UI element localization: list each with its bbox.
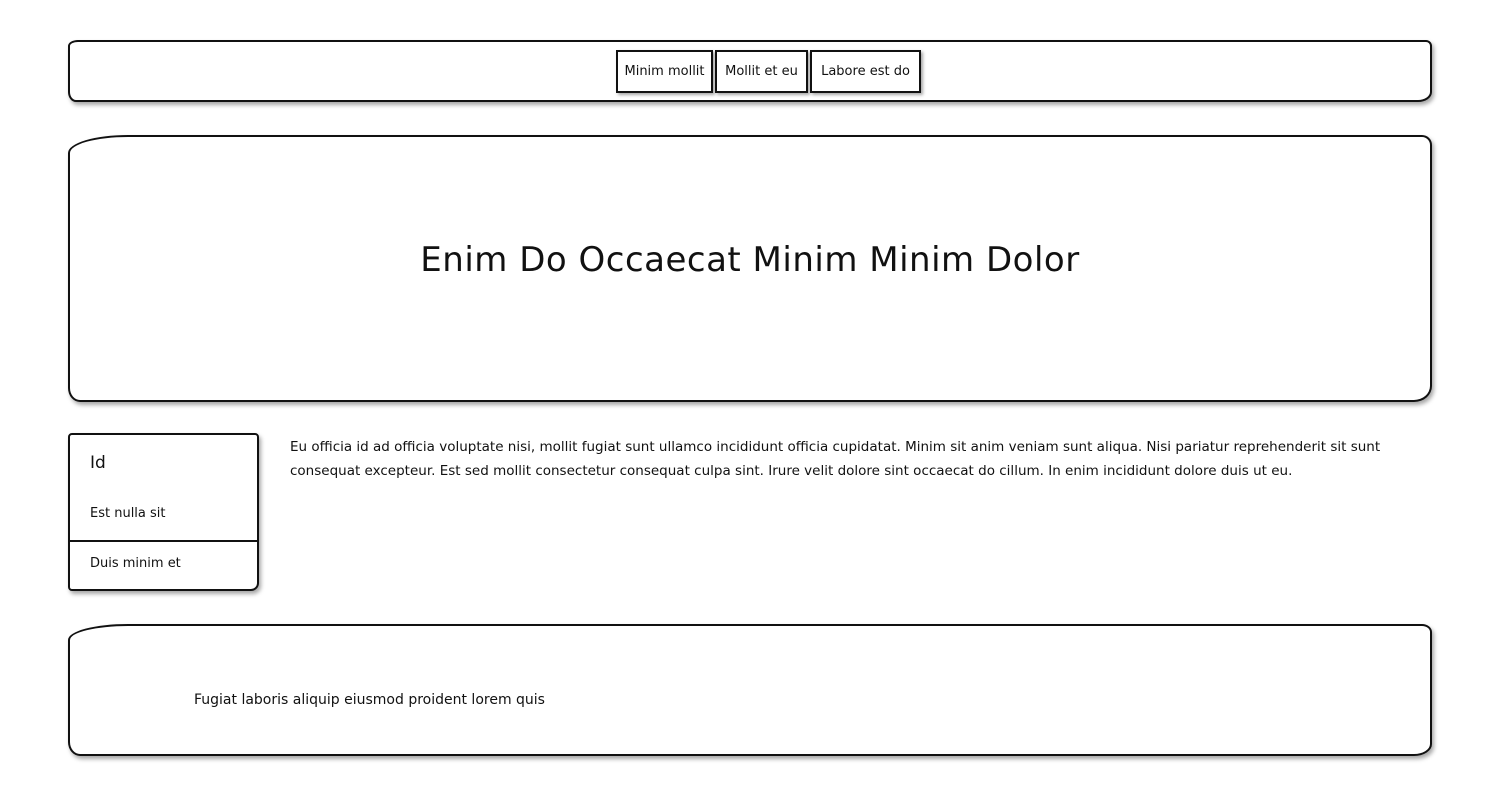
sidebar-heading: Id [90,453,106,473]
nav-tabs: Minim mollit Mollit et eu Labore est do [616,50,921,93]
nav-tab-minim-mollit[interactable]: Minim mollit [616,50,713,93]
sidebar-item-duis-minim-et[interactable]: Duis minim et [90,556,181,571]
main-paragraph: Eu officia id ad officia voluptate nisi,… [290,439,1381,479]
sidebar-divider [70,540,257,542]
footer [68,624,1432,756]
nav-tab-labore-est-do[interactable]: Labore est do [810,50,921,93]
sidebar-item-est-nulla-sit[interactable]: Est nulla sit [90,506,166,521]
hero-title: Enim Do Occaecat Minim Minim Dolor [420,240,1080,280]
footer-text: Fugiat laboris aliquip eiusmod proident … [194,692,545,708]
nav-tab-mollit-et-eu[interactable]: Mollit et eu [715,50,808,93]
